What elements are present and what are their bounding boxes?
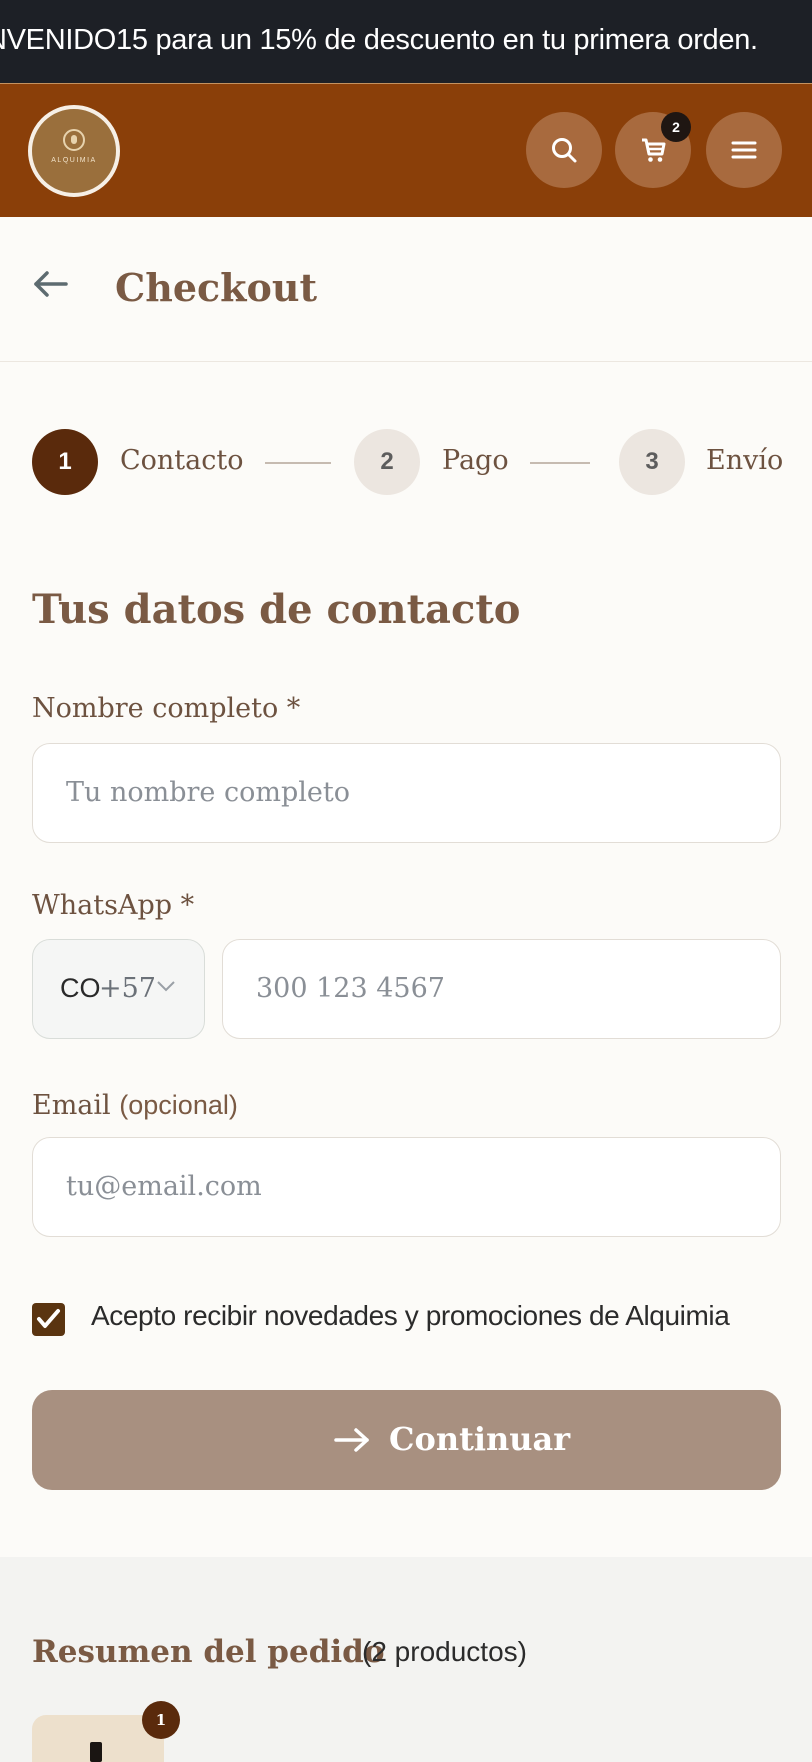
newsletter-checkbox[interactable] [32, 1303, 65, 1336]
step-divider [530, 462, 590, 464]
page-title: Checkout [115, 265, 318, 310]
announcement-text: NVENIDO15 para un 15% de descuento en tu… [0, 24, 758, 56]
contact-section-title: Tus datos de contacto [32, 586, 521, 633]
summary-count: (2 productos) [362, 1636, 527, 1667]
logo-emblem-icon [63, 129, 85, 151]
chevron-down-icon [157, 981, 175, 992]
whatsapp-placeholder: 300 123 4567 [256, 973, 445, 1004]
logo-text: ALQUIMIA [51, 157, 97, 164]
order-summary: Resumen del pedido (2 productos) [0, 1557, 812, 1762]
announcement-bar: NVENIDO15 para un 15% de descuento en tu… [0, 0, 812, 83]
name-placeholder: Tu nombre completo [66, 777, 350, 808]
menu-icon [731, 141, 757, 159]
step-3-label: Envío [706, 445, 784, 476]
product-quantity-badge: 1 [142, 1701, 180, 1739]
email-label-text: Email [32, 1090, 111, 1121]
email-placeholder: tu@email.com [66, 1171, 262, 1202]
step-2-label: Pago [442, 445, 509, 476]
back-button[interactable] [30, 269, 70, 304]
search-button[interactable] [526, 112, 602, 188]
dial-code: +57 [99, 973, 156, 1004]
checkout-title-bar: Checkout [0, 217, 812, 362]
continue-label: Continuar [389, 1420, 571, 1458]
step-2-number: 2 [354, 429, 420, 495]
site-header: ALQUIMIA 2 [0, 83, 812, 217]
email-field[interactable]: tu@email.com [32, 1137, 781, 1237]
name-label: Nombre completo * [32, 693, 301, 724]
checkmark-icon [37, 1309, 60, 1328]
cart-icon [642, 138, 666, 162]
continue-button[interactable]: Continuar [32, 1390, 781, 1490]
step-1-label: Contacto [120, 445, 244, 476]
arrow-left-icon [34, 271, 68, 297]
arrow-right-icon [334, 1428, 369, 1452]
step-divider [265, 462, 331, 464]
newsletter-label[interactable]: Acepto recibir novedades y promociones d… [91, 1300, 730, 1332]
perfume-bottle-icon [90, 1742, 102, 1762]
cart-count-badge: 2 [661, 112, 691, 142]
whatsapp-field[interactable]: 300 123 4567 [222, 939, 781, 1039]
summary-title: Resumen del pedido [32, 1634, 385, 1670]
name-field[interactable]: Tu nombre completo [32, 743, 781, 843]
country-code: CO [60, 973, 101, 1003]
step-3-number: 3 [619, 429, 685, 495]
step-1-number: 1 [32, 429, 98, 495]
search-icon [552, 138, 577, 163]
email-label: Email (opcional) [32, 1090, 238, 1121]
country-code-select[interactable]: CO +57 [32, 939, 205, 1039]
email-optional-text: (opcional) [119, 1090, 238, 1120]
whatsapp-label: WhatsApp * [32, 890, 195, 921]
menu-button[interactable] [706, 112, 782, 188]
logo[interactable]: ALQUIMIA [28, 105, 120, 197]
